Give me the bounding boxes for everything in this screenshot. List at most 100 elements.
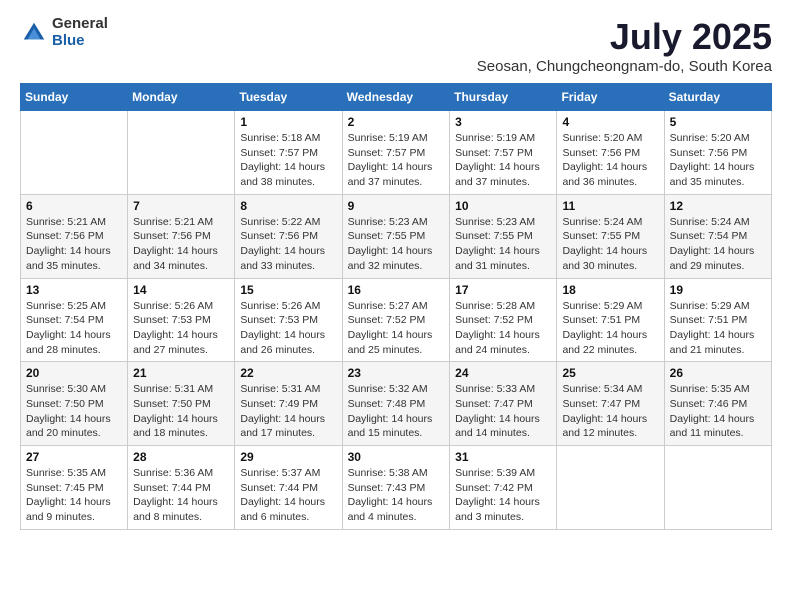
location-subtitle: Seosan, Chungcheongnam-do, South Korea: [477, 58, 772, 75]
calendar-cell: [557, 446, 664, 530]
day-info: Sunrise: 5:36 AMSunset: 7:44 PMDaylight:…: [133, 466, 229, 525]
calendar-cell: 23Sunrise: 5:32 AMSunset: 7:48 PMDayligh…: [342, 362, 450, 446]
day-info: Sunrise: 5:34 AMSunset: 7:47 PMDaylight:…: [562, 382, 658, 441]
calendar-cell: 11 Sunrise: 5:24 AMSunset: 7:55 PMDayligh…: [557, 194, 664, 278]
day-info: Sunrise: 5:29 AMSunset: 7:51 PMDaylight:…: [670, 299, 766, 358]
day-number: 26: [670, 366, 766, 380]
calendar-cell: 17 Sunrise: 5:28 AMSunset: 7:52 PMDayligh…: [450, 278, 557, 362]
calendar-cell: 2 Sunrise: 5:19 AMSunset: 7:57 PMDaylight…: [342, 111, 450, 195]
calendar-cell: 14 Sunrise: 5:26 AMSunset: 7:53 PMDayligh…: [128, 278, 235, 362]
day-header-friday: Friday: [557, 84, 664, 111]
calendar-cell: 6Sunrise: 5:21 AMSunset: 7:56 PMDaylight…: [21, 194, 128, 278]
day-info: Sunrise: 5:35 AMSunset: 7:45 PMDaylight:…: [26, 466, 122, 525]
day-info: Sunrise: 5:37 AMSunset: 7:44 PMDaylight:…: [240, 466, 336, 525]
day-header-wednesday: Wednesday: [342, 84, 450, 111]
day-info: Sunrise: 5:35 AMSunset: 7:46 PMDaylight:…: [670, 382, 766, 441]
logo-icon: [20, 19, 48, 47]
calendar-cell: 8Sunrise: 5:22 AMSunset: 7:56 PMDaylight…: [235, 194, 342, 278]
day-number: 20: [26, 366, 122, 380]
logo-general: General: [52, 16, 108, 33]
calendar-cell: 5Sunrise: 5:20 AMSunset: 7:56 PMDaylight…: [664, 111, 771, 195]
day-info: Sunrise: 5:28 AMSunset: 7:52 PMDaylight:…: [455, 299, 551, 358]
day-number: 1: [240, 115, 336, 129]
calendar-cell: 12Sunrise: 5:24 AMSunset: 7:54 PMDayligh…: [664, 194, 771, 278]
calendar-cell: 10 Sunrise: 5:23 AMSunset: 7:55 PMDayligh…: [450, 194, 557, 278]
day-number: 3: [455, 115, 551, 129]
day-number: 25: [562, 366, 658, 380]
calendar-header-row: SundayMondayTuesdayWednesdayThursdayFrid…: [21, 84, 772, 111]
logo-blue: Blue: [52, 33, 108, 50]
day-info: Sunrise: 5:25 AMSunset: 7:54 PMDaylight:…: [26, 299, 122, 358]
day-number: 11: [562, 199, 658, 213]
calendar-cell: 16 Sunrise: 5:27 AMSunset: 7:52 PMDayligh…: [342, 278, 450, 362]
calendar-cell: 1Sunrise: 5:18 AMSunset: 7:57 PMDaylight…: [235, 111, 342, 195]
calendar-cell: [664, 446, 771, 530]
calendar-week-row: 1Sunrise: 5:18 AMSunset: 7:57 PMDaylight…: [21, 111, 772, 195]
day-info: Sunrise: 5:20 AMSunset: 7:56 PMDaylight:…: [562, 131, 658, 190]
day-info: Sunrise: 5:30 AMSunset: 7:50 PMDaylight:…: [26, 382, 122, 441]
day-number: 21: [133, 366, 229, 380]
day-header-thursday: Thursday: [450, 84, 557, 111]
calendar-cell: 30Sunrise: 5:38 AMSunset: 7:43 PMDayligh…: [342, 446, 450, 530]
day-number: 7: [133, 199, 229, 213]
calendar-week-row: 20 Sunrise: 5:30 AMSunset: 7:50 PMDayligh…: [21, 362, 772, 446]
day-number: 4: [562, 115, 658, 129]
day-header-sunday: Sunday: [21, 84, 128, 111]
calendar-cell: 3 Sunrise: 5:19 AMSunset: 7:57 PMDaylight…: [450, 111, 557, 195]
calendar-cell: 15 Sunrise: 5:26 AMSunset: 7:53 PMDayligh…: [235, 278, 342, 362]
day-info: Sunrise: 5:19 AMSunset: 7:57 PMDaylight:…: [455, 131, 551, 190]
day-number: 18: [562, 283, 658, 297]
calendar-cell: 19Sunrise: 5:29 AMSunset: 7:51 PMDayligh…: [664, 278, 771, 362]
day-info: Sunrise: 5:24 AMSunset: 7:55 PMDaylight:…: [562, 215, 658, 274]
title-block: July 2025 Seosan, Chungcheongnam-do, Sou…: [477, 16, 772, 75]
day-number: 15: [240, 283, 336, 297]
calendar-table: SundayMondayTuesdayWednesdayThursdayFrid…: [20, 83, 772, 530]
day-info: Sunrise: 5:21 AMSunset: 7:56 PMDaylight:…: [133, 215, 229, 274]
day-number: 2: [348, 115, 445, 129]
day-number: 23: [348, 366, 445, 380]
calendar-cell: 27 Sunrise: 5:35 AMSunset: 7:45 PMDayligh…: [21, 446, 128, 530]
calendar-cell: 21 Sunrise: 5:31 AMSunset: 7:50 PMDayligh…: [128, 362, 235, 446]
day-info: Sunrise: 5:19 AMSunset: 7:57 PMDaylight:…: [348, 131, 445, 190]
day-number: 13: [26, 283, 122, 297]
day-info: Sunrise: 5:31 AMSunset: 7:50 PMDaylight:…: [133, 382, 229, 441]
calendar-cell: 28Sunrise: 5:36 AMSunset: 7:44 PMDayligh…: [128, 446, 235, 530]
day-number: 17: [455, 283, 551, 297]
day-number: 24: [455, 366, 551, 380]
calendar-cell: 26 Sunrise: 5:35 AMSunset: 7:46 PMDayligh…: [664, 362, 771, 446]
day-header-monday: Monday: [128, 84, 235, 111]
month-title: July 2025: [477, 16, 772, 58]
day-info: Sunrise: 5:21 AMSunset: 7:56 PMDaylight:…: [26, 215, 122, 274]
day-info: Sunrise: 5:26 AMSunset: 7:53 PMDaylight:…: [133, 299, 229, 358]
page-header: General Blue July 2025 Seosan, Chungcheo…: [20, 16, 772, 75]
calendar-cell: 24 Sunrise: 5:33 AMSunset: 7:47 PMDayligh…: [450, 362, 557, 446]
day-info: Sunrise: 5:23 AMSunset: 7:55 PMDaylight:…: [348, 215, 445, 274]
day-info: Sunrise: 5:38 AMSunset: 7:43 PMDaylight:…: [348, 466, 445, 525]
day-info: Sunrise: 5:27 AMSunset: 7:52 PMDaylight:…: [348, 299, 445, 358]
calendar-week-row: 6Sunrise: 5:21 AMSunset: 7:56 PMDaylight…: [21, 194, 772, 278]
logo-text: General Blue: [52, 16, 108, 49]
day-number: 14: [133, 283, 229, 297]
calendar-cell: 22Sunrise: 5:31 AMSunset: 7:49 PMDayligh…: [235, 362, 342, 446]
day-header-tuesday: Tuesday: [235, 84, 342, 111]
day-info: Sunrise: 5:26 AMSunset: 7:53 PMDaylight:…: [240, 299, 336, 358]
day-number: 16: [348, 283, 445, 297]
calendar-cell: 25 Sunrise: 5:34 AMSunset: 7:47 PMDayligh…: [557, 362, 664, 446]
day-header-saturday: Saturday: [664, 84, 771, 111]
day-info: Sunrise: 5:33 AMSunset: 7:47 PMDaylight:…: [455, 382, 551, 441]
calendar-cell: 29Sunrise: 5:37 AMSunset: 7:44 PMDayligh…: [235, 446, 342, 530]
day-number: 27: [26, 450, 122, 464]
calendar-cell: 4 Sunrise: 5:20 AMSunset: 7:56 PMDaylight…: [557, 111, 664, 195]
calendar-week-row: 27 Sunrise: 5:35 AMSunset: 7:45 PMDayligh…: [21, 446, 772, 530]
day-number: 31: [455, 450, 551, 464]
calendar-cell: 31 Sunrise: 5:39 AMSunset: 7:42 PMDayligh…: [450, 446, 557, 530]
day-number: 10: [455, 199, 551, 213]
day-number: 9: [348, 199, 445, 213]
day-info: Sunrise: 5:24 AMSunset: 7:54 PMDaylight:…: [670, 215, 766, 274]
calendar-cell: 13 Sunrise: 5:25 AMSunset: 7:54 PMDayligh…: [21, 278, 128, 362]
day-info: Sunrise: 5:39 AMSunset: 7:42 PMDaylight:…: [455, 466, 551, 525]
day-number: 8: [240, 199, 336, 213]
calendar-cell: [128, 111, 235, 195]
day-info: Sunrise: 5:29 AMSunset: 7:51 PMDaylight:…: [562, 299, 658, 358]
day-info: Sunrise: 5:23 AMSunset: 7:55 PMDaylight:…: [455, 215, 551, 274]
